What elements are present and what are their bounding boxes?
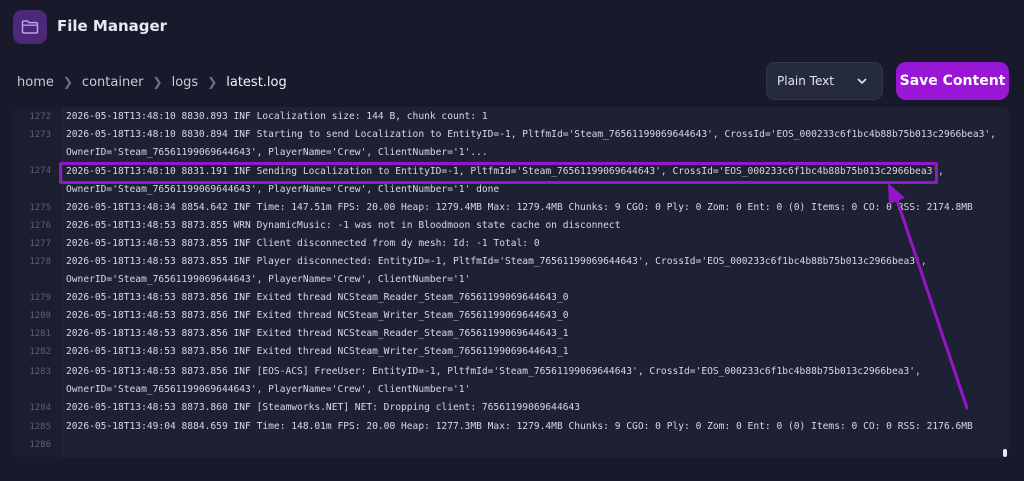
log-line: 2026-05-18T13:48:10 8830.894 INF Startin… [66,129,996,140]
log-line: 2026-05-18T13:48:10 8830.893 INF Localiz… [66,111,488,122]
chevron-right-icon: ❯ [207,75,218,89]
log-line-highlighted: 2026-05-18T13:48:10 8831.191 INF Sending… [66,166,944,177]
log-line: 2026-05-18T13:48:53 8873.855 INF Player … [66,256,927,267]
line-number: 1272 [29,112,51,122]
scrollbar-thumb[interactable] [1003,449,1007,457]
line-number: 1276 [29,221,51,231]
line-number: 1284 [29,403,51,413]
line-number: 1283 [29,367,51,377]
log-line: OwnerID='Steam_76561199069644643', Playe… [66,274,471,285]
log-line: 2026-05-18T13:48:53 8873.856 INF Exited … [66,292,569,303]
log-line: OwnerID='Steam_76561199069644643', Playe… [66,384,471,395]
log-line: OwnerID='Steam_76561199069644643', Playe… [66,147,488,158]
code-editor[interactable]: 1272 1273 1274 1275 1276 1277 1278 1279 … [13,107,1009,457]
breadcrumb-logs[interactable]: logs [172,75,199,90]
folder-icon [13,10,47,44]
log-line: 2026-05-18T13:48:53 8873.856 INF Exited … [66,310,569,321]
line-number: 1273 [29,130,51,140]
format-select-value: Plain Text [777,74,834,88]
save-content-button[interactable]: Save Content [896,62,1009,100]
log-line: 2026-05-18T13:48:53 8873.856 INF [EOS-AC… [66,366,921,377]
line-number: 1278 [29,257,51,267]
line-number: 1275 [29,203,51,213]
log-line: 2026-05-18T13:48:34 8854.642 INF Time: 1… [66,202,973,213]
line-number: 1286 [29,440,51,450]
line-number: 1285 [29,422,51,432]
log-line: OwnerID='Steam_76561199069644643', Playe… [66,184,500,195]
line-number: 1280 [29,311,51,321]
line-number: 1282 [29,347,51,357]
log-line: 2026-05-18T13:49:04 8884.659 INF Time: 1… [66,421,973,432]
log-line: 2026-05-18T13:48:53 8873.856 INF Exited … [66,328,569,339]
line-number: 1277 [29,239,51,249]
app-title: File Manager [57,17,168,35]
breadcrumb-container[interactable]: container [82,75,144,90]
chevron-down-icon [857,78,867,85]
app-header: File Manager [0,0,1024,56]
breadcrumb-current-file: latest.log [226,74,287,90]
breadcrumb: home ❯ container ❯ logs ❯ latest.log [17,72,287,92]
chevron-right-icon: ❯ [62,75,73,89]
line-number-gutter: 1272 1273 1274 1275 1276 1277 1278 1279 … [13,107,63,457]
line-number: 1279 [29,293,51,303]
chevron-right-icon: ❯ [152,75,163,89]
log-line: 2026-05-18T13:48:53 8873.856 INF Exited … [66,346,569,357]
log-line: 2026-05-18T13:48:53 8873.860 INF [Steamw… [66,402,581,413]
log-line: 2026-05-18T13:48:53 8873.855 INF Client … [66,238,540,249]
log-line: 2026-05-18T13:48:53 8873.855 WRN Dynamic… [66,220,621,231]
line-number: 1274 [29,166,51,176]
line-number: 1281 [29,329,51,339]
format-select[interactable]: Plain Text [766,62,883,100]
breadcrumb-home[interactable]: home [17,75,54,90]
